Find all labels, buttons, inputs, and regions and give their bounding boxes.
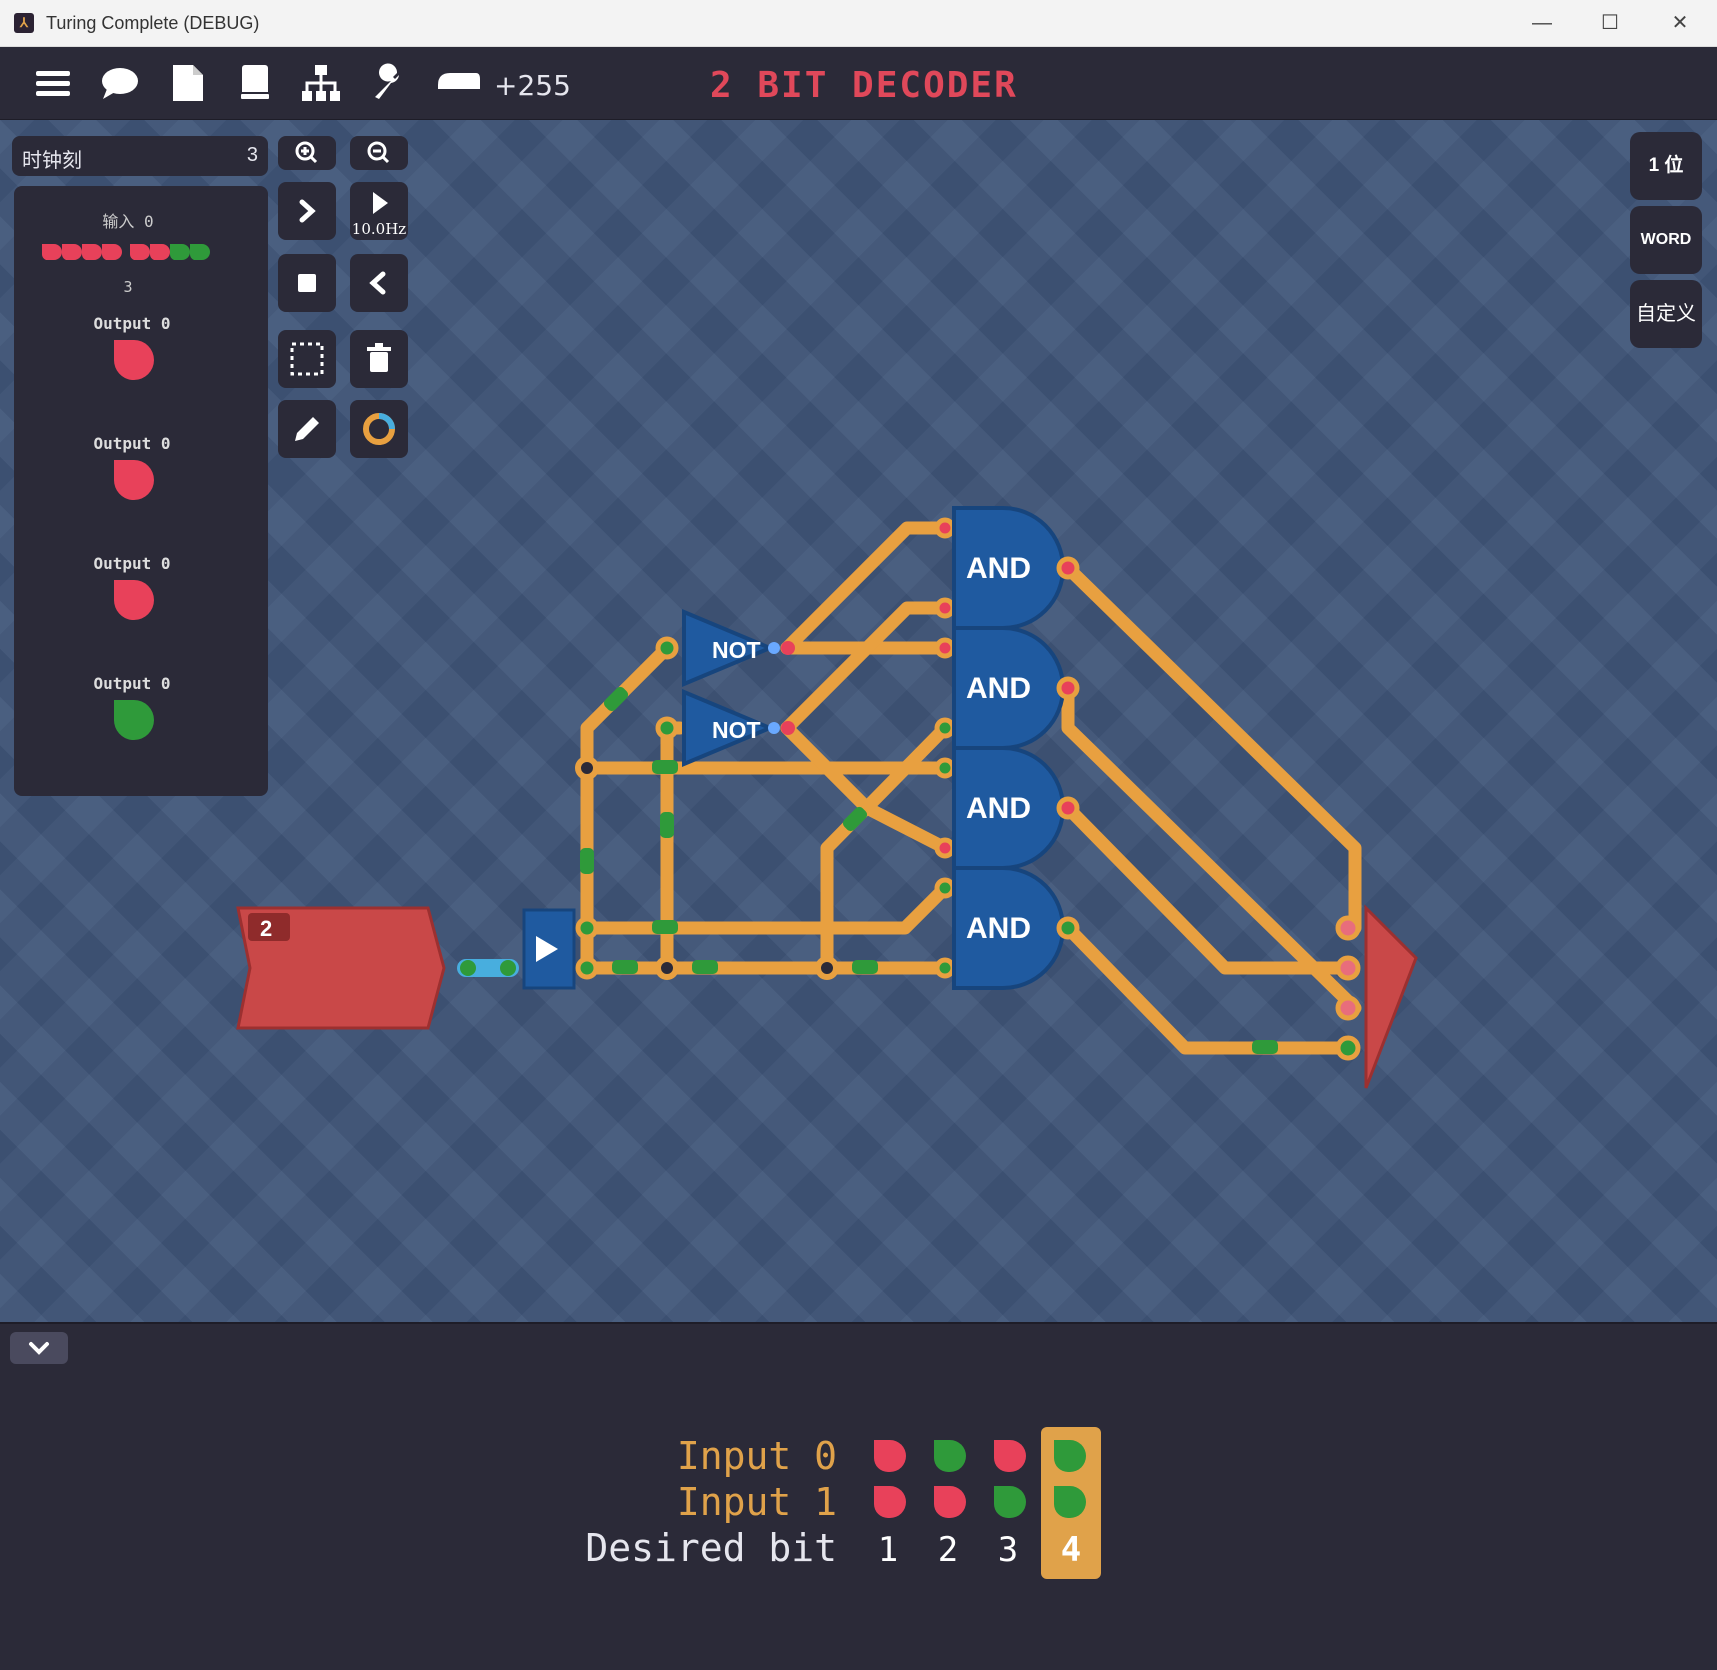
and-gate-label: AND	[966, 552, 1031, 585]
chat-icon[interactable]	[99, 63, 141, 103]
run-button[interactable]: 10.0Hz	[350, 182, 408, 240]
chevron-right-icon	[299, 199, 316, 223]
select-button[interactable]	[278, 330, 336, 388]
custom-button[interactable]: 自定义	[1630, 280, 1702, 348]
bit-width-button[interactable]: 1 位	[1630, 132, 1702, 200]
speed-label: 10.0Hz	[351, 220, 407, 238]
zoom-out-icon	[367, 141, 390, 164]
output-led	[113, 340, 154, 380]
color-wheel-icon	[363, 413, 395, 445]
step-button[interactable]	[278, 182, 336, 240]
word-button[interactable]: WORD	[1630, 206, 1702, 274]
clock-value: 3	[246, 144, 258, 166]
pencil-button[interactable]	[278, 400, 336, 458]
and-gate-label: AND	[966, 912, 1031, 945]
cell	[874, 1440, 906, 1472]
not-gate-label: NOT	[712, 717, 761, 743]
cell	[1054, 1486, 1086, 1518]
input-label: 输入 0	[102, 212, 154, 231]
chevron-down-icon	[29, 1342, 49, 1355]
wire	[1061, 801, 1355, 975]
wire-junctions	[575, 756, 839, 980]
play-icon	[373, 192, 388, 214]
cell	[1054, 1440, 1086, 1472]
truth-table-cells	[874, 1440, 1086, 1518]
and-gate[interactable]: AND	[952, 626, 1080, 750]
desired-cell: 3	[997, 1530, 1019, 1570]
not-gate-label: NOT	[712, 637, 761, 663]
pencil-icon	[295, 417, 319, 441]
and-gate-label: AND	[966, 792, 1031, 825]
and-gate[interactable]: AND	[952, 506, 1080, 630]
splitter-component[interactable]	[522, 908, 576, 990]
row-label-desired: Desired bit	[585, 1526, 837, 1570]
selection-icon	[290, 342, 324, 376]
output-led	[113, 460, 154, 500]
collapse-button[interactable]	[10, 1332, 68, 1364]
output-label: Output 0	[93, 434, 171, 453]
score-counter: +255	[494, 69, 571, 102]
not-gate[interactable]: NOT	[682, 688, 795, 768]
desired-cell: 2	[937, 1530, 959, 1570]
output-label: Output 0	[93, 554, 171, 573]
zoom-in-icon	[295, 141, 318, 164]
circuit-canvas[interactable]: NOT NOT AND AND AND AND 2 时钟刻 3 输入 0 3 O…	[0, 120, 1717, 1322]
level-title: 2 BIT DECODER	[710, 65, 1018, 106]
color-button[interactable]	[350, 400, 408, 458]
bottom-panel: Input 0 Input 1 Desired bit 1 2 3 4	[0, 1322, 1717, 1670]
output-label: Output 0	[93, 314, 171, 333]
input1-row	[874, 1486, 1086, 1518]
hierarchy-icon[interactable]	[300, 63, 342, 103]
input0-row	[874, 1440, 1086, 1472]
document-icon[interactable]	[167, 63, 209, 103]
input-decimal-value: 3	[123, 278, 133, 296]
stop-button[interactable]	[278, 254, 336, 312]
maximize-icon[interactable]: ☐	[1588, 8, 1632, 38]
output-component[interactable]	[1335, 904, 1418, 1089]
and-gate[interactable]: AND	[952, 746, 1080, 870]
desired-cell: 4	[1060, 1530, 1082, 1570]
input-bits	[41, 244, 210, 260]
wire	[580, 881, 952, 935]
bus-connector	[457, 959, 519, 977]
row-label-input0: Input 0	[676, 1434, 837, 1478]
zoom-in-button[interactable]	[278, 136, 336, 170]
output-label: Output 0	[93, 674, 171, 693]
delete-button[interactable]	[350, 330, 408, 388]
clock-tick-box: 时钟刻 3	[12, 136, 268, 176]
input-component[interactable]: 2	[236, 906, 446, 1030]
wrench-icon[interactable]	[369, 63, 411, 103]
io-panel: 输入 0 3 Output 0 Output 0 Output 0 Output…	[14, 186, 268, 796]
minimize-icon[interactable]: —	[1520, 8, 1564, 38]
output-led	[113, 700, 154, 740]
close-icon[interactable]: ✕	[1658, 8, 1702, 38]
cell	[934, 1440, 966, 1472]
output-led	[113, 580, 154, 620]
step-back-button[interactable]	[350, 254, 408, 312]
menu-icon[interactable]	[32, 63, 74, 103]
cell	[994, 1486, 1026, 1518]
input-value: 2	[260, 916, 272, 941]
component-icon[interactable]	[436, 63, 482, 103]
and-gate-label: AND	[966, 672, 1031, 705]
not-gate[interactable]: NOT	[682, 608, 795, 688]
chevron-left-icon	[369, 271, 386, 295]
desired-cell: 1	[877, 1530, 899, 1570]
gate-pins	[575, 517, 956, 980]
row-label-input1: Input 1	[676, 1480, 837, 1524]
window-title: Turing Complete (DEBUG)	[46, 13, 260, 33]
clock-label: 时钟刻	[22, 150, 82, 172]
cell	[874, 1486, 906, 1518]
window-titlebar: ⅄ Turing Complete (DEBUG) — ☐ ✕	[0, 0, 1717, 47]
app-icon: ⅄	[14, 13, 34, 33]
zoom-out-button[interactable]	[350, 136, 408, 170]
manual-icon[interactable]	[234, 63, 276, 103]
cell	[994, 1440, 1026, 1472]
cell	[934, 1486, 966, 1518]
top-toolbar: +255 2 BIT DECODER	[0, 47, 1717, 121]
trash-icon	[367, 343, 391, 372]
stop-icon	[298, 274, 316, 292]
wire	[780, 521, 952, 655]
and-gate[interactable]: AND	[952, 866, 1080, 990]
